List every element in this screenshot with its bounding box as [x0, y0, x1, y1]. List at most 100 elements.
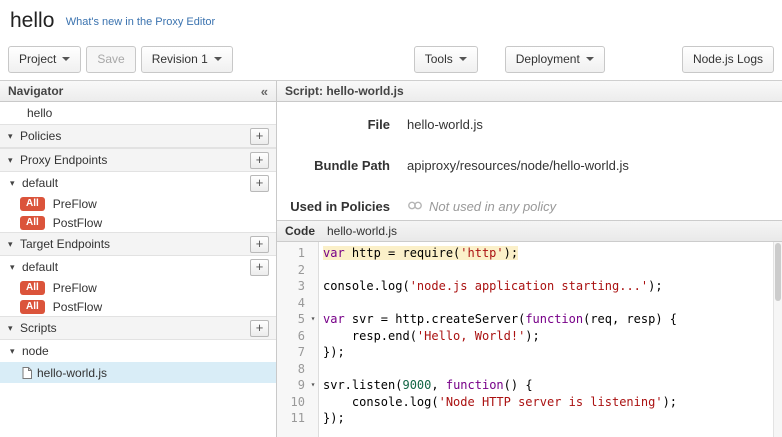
- add-proxy-endpoint-button[interactable]: +: [250, 152, 269, 169]
- nav-section-target-endpoints[interactable]: ▾ Target Endpoints +: [0, 232, 276, 256]
- script-panel-header: Script: hello-world.js: [277, 81, 782, 102]
- code-tab-label: Code: [277, 224, 327, 238]
- code-editor[interactable]: 12345▾6789▾1011 var http = require('http…: [277, 242, 782, 437]
- section-label: Scripts: [20, 321, 57, 335]
- line-number[interactable]: 10: [277, 394, 318, 411]
- scrollbar-thumb[interactable]: [775, 243, 781, 301]
- nav-item-target-postflow[interactable]: All PostFlow: [0, 297, 276, 316]
- revision-button[interactable]: Revision 1: [141, 46, 233, 73]
- code-line[interactable]: [323, 295, 782, 312]
- chevron-down-icon: [62, 57, 70, 61]
- deployment-button-label: Deployment: [516, 52, 580, 66]
- navigator-header: Navigator «: [0, 81, 276, 102]
- fold-spacer: [308, 262, 318, 279]
- condition-count-badge: All: [20, 197, 45, 211]
- editor-scrollbar[interactable]: [773, 242, 782, 437]
- code-file-name: hello-world.js: [327, 224, 397, 238]
- fold-spacer: [308, 394, 318, 411]
- nav-item-label: hello: [27, 106, 52, 120]
- file-detail-row: File hello-world.js: [277, 117, 782, 132]
- line-number-gutter[interactable]: 12345▾6789▾1011: [277, 242, 319, 437]
- collapse-navigator-button[interactable]: «: [261, 84, 268, 99]
- deployment-button[interactable]: Deployment: [505, 46, 605, 73]
- fold-spacer: [308, 278, 318, 295]
- fold-caret-icon[interactable]: ▾: [308, 377, 318, 394]
- code-line[interactable]: [323, 361, 782, 378]
- code-lines[interactable]: var http = require('http'); console.log(…: [319, 242, 782, 437]
- chevron-down-icon: [459, 57, 467, 61]
- nav-item-node-folder[interactable]: ▾ node: [0, 340, 276, 362]
- line-number[interactable]: 7: [277, 344, 318, 361]
- nav-item-hello-world-js[interactable]: hello-world.js: [0, 362, 276, 383]
- file-label: File: [277, 117, 407, 132]
- nav-section-policies[interactable]: ▾ Policies +: [0, 124, 276, 148]
- nav-item-label: default: [22, 260, 58, 274]
- bundle-path-detail-row: Bundle Path apiproxy/resources/node/hell…: [277, 158, 782, 173]
- whats-new-link[interactable]: What's new in the Proxy Editor: [66, 16, 215, 28]
- flow-label: PreFlow: [53, 197, 97, 211]
- nav-item-label: default: [22, 176, 58, 190]
- code-line[interactable]: var http = require('http');: [323, 245, 782, 262]
- line-number[interactable]: 9▾: [277, 377, 318, 394]
- fold-spacer: [308, 295, 318, 312]
- nav-item-hello[interactable]: hello: [0, 102, 276, 124]
- caret-down-icon: ▾: [10, 262, 22, 273]
- line-number[interactable]: 11: [277, 410, 318, 427]
- caret-down-icon: ▾: [8, 323, 20, 334]
- nav-item-proxy-default[interactable]: ▾ default +: [0, 172, 276, 194]
- caret-down-icon: ▾: [8, 155, 20, 166]
- fold-spacer: [308, 361, 318, 378]
- file-value: hello-world.js: [407, 117, 483, 132]
- code-line[interactable]: });: [323, 410, 782, 427]
- add-policy-button[interactable]: +: [250, 128, 269, 145]
- used-in-policies-text: Not used in any policy: [429, 199, 556, 214]
- line-number[interactable]: 5▾: [277, 311, 318, 328]
- fold-caret-icon[interactable]: ▾: [308, 311, 318, 328]
- flow-label: PreFlow: [53, 281, 97, 295]
- nav-section-proxy-endpoints[interactable]: ▾ Proxy Endpoints +: [0, 148, 276, 172]
- nav-item-target-default[interactable]: ▾ default +: [0, 256, 276, 278]
- caret-down-icon: ▾: [8, 131, 20, 142]
- code-line[interactable]: });: [323, 344, 782, 361]
- add-target-endpoint-button[interactable]: +: [250, 236, 269, 253]
- line-number[interactable]: 4: [277, 295, 318, 312]
- flow-label: PostFlow: [53, 300, 102, 314]
- line-number[interactable]: 1: [277, 245, 318, 262]
- line-number[interactable]: 8: [277, 361, 318, 378]
- line-number[interactable]: 6: [277, 328, 318, 345]
- code-line[interactable]: svr.listen(9000, function() {: [323, 377, 782, 394]
- project-button[interactable]: Project: [8, 46, 81, 73]
- add-flow-button[interactable]: +: [250, 175, 269, 192]
- nav-item-proxy-postflow[interactable]: All PostFlow: [0, 213, 276, 232]
- revision-button-label: Revision 1: [152, 52, 208, 66]
- section-label: Target Endpoints: [20, 237, 110, 251]
- project-button-label: Project: [19, 52, 56, 66]
- code-line[interactable]: var svr = http.createServer(function(req…: [323, 311, 782, 328]
- section-label: Proxy Endpoints: [20, 153, 107, 167]
- fold-spacer: [308, 245, 318, 262]
- chevron-down-icon: [586, 57, 594, 61]
- line-number[interactable]: 3: [277, 278, 318, 295]
- add-flow-button[interactable]: +: [250, 259, 269, 276]
- code-line[interactable]: resp.end('Hello, World!');: [323, 328, 782, 345]
- code-line[interactable]: console.log('Node HTTP server is listeni…: [323, 394, 782, 411]
- code-line[interactable]: [323, 262, 782, 279]
- nav-section-scripts[interactable]: ▾ Scripts +: [0, 316, 276, 340]
- nav-item-proxy-preflow[interactable]: All PreFlow: [0, 194, 276, 213]
- code-section-header: Code hello-world.js: [277, 220, 782, 242]
- line-number[interactable]: 2: [277, 262, 318, 279]
- flow-label: PostFlow: [53, 216, 102, 230]
- section-label: Policies: [20, 129, 61, 143]
- page-header: hello What's new in the Proxy Editor: [0, 0, 782, 44]
- code-line[interactable]: console.log('node.js application startin…: [323, 278, 782, 295]
- nodejs-logs-button[interactable]: Node.js Logs: [682, 46, 774, 73]
- condition-count-badge: All: [20, 281, 45, 295]
- page-title: hello: [10, 9, 54, 33]
- file-icon: [22, 367, 32, 379]
- caret-down-icon: ▾: [10, 178, 22, 189]
- nav-item-target-preflow[interactable]: All PreFlow: [0, 278, 276, 297]
- tools-button[interactable]: Tools: [414, 46, 478, 73]
- add-script-button[interactable]: +: [250, 320, 269, 337]
- script-panel: Script: hello-world.js File hello-world.…: [277, 81, 782, 437]
- save-button[interactable]: Save: [86, 46, 135, 73]
